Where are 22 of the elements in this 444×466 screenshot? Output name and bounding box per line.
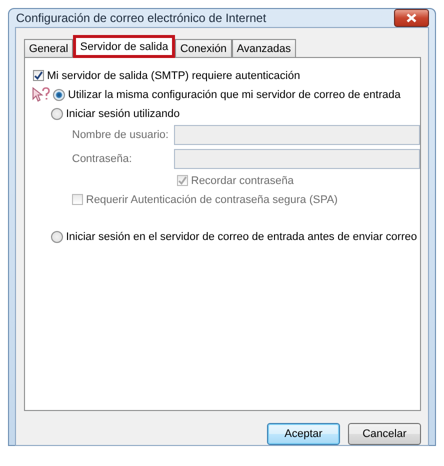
checkbox[interactable] bbox=[33, 70, 44, 81]
tab[interactable]: Avanzadas bbox=[232, 39, 296, 57]
radio-label: Iniciar sesión en el servidor de correo de entrada antes de enviar correo bbox=[66, 230, 417, 242]
window-title: Configuración de correo electrónico de Internet bbox=[15, 11, 266, 25]
radio-button[interactable] bbox=[53, 88, 65, 100]
radio-label: Iniciar sesión utilizando bbox=[66, 108, 180, 120]
tab[interactable]: Servidor de salida bbox=[73, 35, 176, 58]
tab[interactable]: General bbox=[24, 39, 74, 57]
radio-label: Utilizar la misma configuración que mi servidor de correo de entrada bbox=[68, 88, 401, 100]
field-label: Contraseña: bbox=[72, 153, 133, 165]
close-icon bbox=[406, 13, 417, 23]
checkbox-label: Mi servidor de salida (SMTP) requiere autenticación bbox=[47, 70, 300, 82]
radio-button[interactable] bbox=[51, 108, 63, 120]
cancel-button[interactable]: Cancelar bbox=[348, 423, 421, 445]
tab[interactable]: Conexión bbox=[175, 39, 232, 57]
ok-button[interactable]: Aceptar bbox=[267, 423, 340, 445]
checkbox-label: Recordar contraseña bbox=[191, 174, 294, 186]
close-button[interactable] bbox=[394, 9, 429, 27]
radio-button[interactable] bbox=[51, 230, 63, 242]
cursor-icon bbox=[32, 86, 50, 102]
field-label: Nombre de usuario: bbox=[72, 129, 170, 141]
checkbox-label: Requerir Autenticación de contraseña segura (SPA) bbox=[86, 194, 338, 206]
